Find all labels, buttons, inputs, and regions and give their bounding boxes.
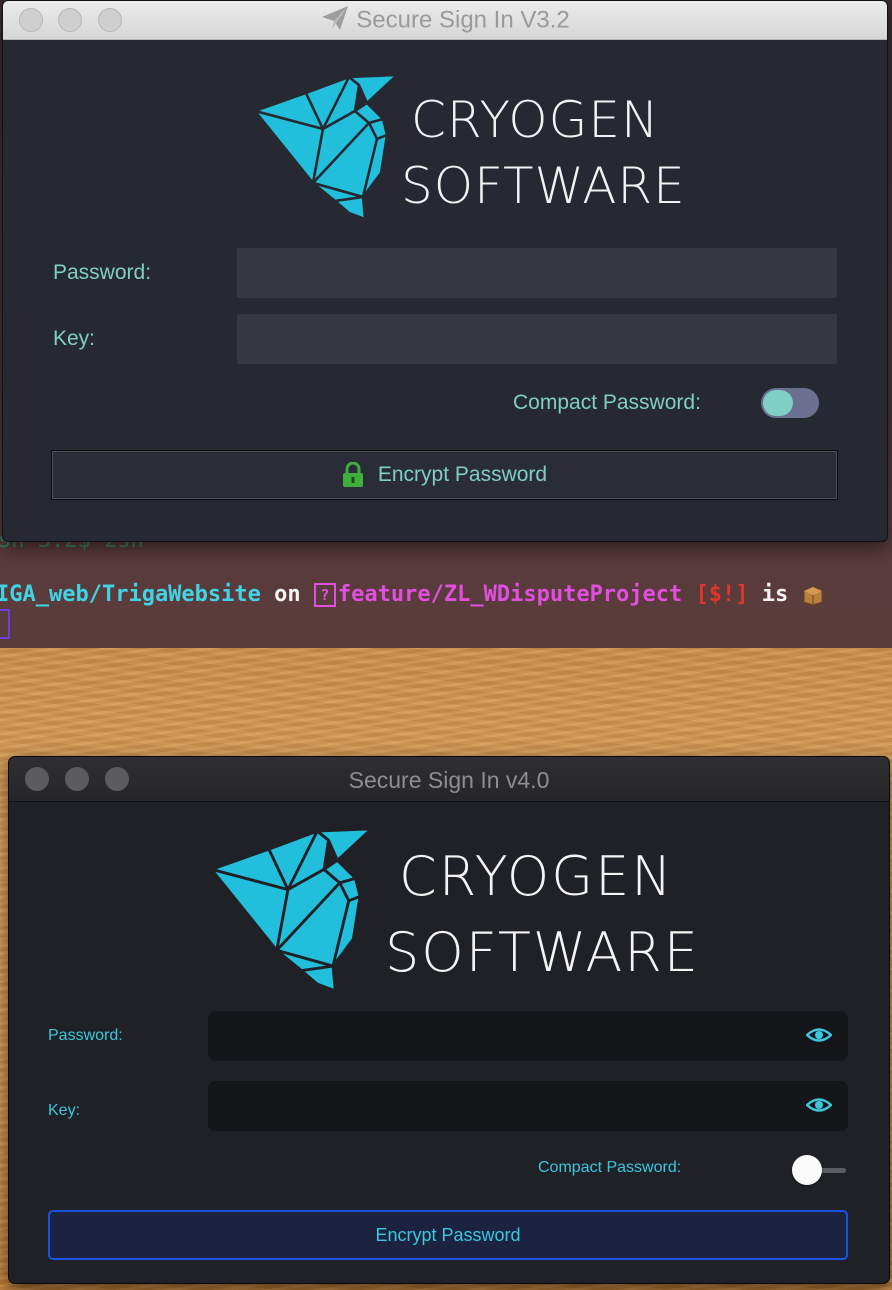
lock-icon <box>342 462 363 487</box>
password-label: Password: <box>53 261 152 284</box>
key-field[interactable] <box>208 1081 816 1131</box>
secure-sign-in-window-v3: Secure Sign In V3.2 CRYOGEN SOFTWARE Pas… <box>2 0 888 542</box>
question-box-icon: ? <box>313 583 336 607</box>
key-field[interactable] <box>237 314 837 364</box>
encrypt-password-button[interactable]: Encrypt Password <box>48 1210 848 1260</box>
terminal-status: [$!] <box>695 582 749 607</box>
terminal-path: IGA_web/TrigaWebsite <box>0 582 261 607</box>
brand-line-software: SOFTWARE <box>385 921 700 984</box>
terminal-on-word: on <box>274 582 301 607</box>
paper-plane-icon <box>322 6 349 30</box>
secure-sign-in-window-v4: Secure Sign In v4.0 CRYOGEN SOFTWARE Pas… <box>8 756 890 1284</box>
password-field-container <box>208 1011 848 1061</box>
window-title: Secure Sign In v4.0 <box>348 767 550 793</box>
window-title: Secure Sign In V3.2 <box>3 6 887 36</box>
key-field-container <box>208 1081 848 1131</box>
password-field[interactable] <box>237 248 837 298</box>
cryogen-logo <box>210 827 373 993</box>
encrypt-password-button[interactable]: Encrypt Password <box>51 450 838 500</box>
window-title-text: Secure Sign In V3.2 <box>356 6 570 34</box>
terminal-cursor <box>0 609 10 639</box>
key-label: Key: <box>53 327 96 350</box>
compact-password-toggle[interactable] <box>761 388 819 418</box>
titlebar: Secure Sign In V3.2 <box>3 1 887 40</box>
cryogen-logo <box>253 73 399 221</box>
toggle-knob <box>792 1155 822 1185</box>
brand-line-cryogen: CRYOGEN <box>399 845 674 908</box>
password-field[interactable] <box>208 1011 816 1061</box>
terminal-branch: feature/ZL_WDisputeProject <box>337 582 683 607</box>
terminal-prompt-line: IGA_web/TrigaWebsite on ? feature/ZL_WDis… <box>0 582 824 607</box>
encrypt-password-label: Encrypt Password <box>375 1224 521 1245</box>
compact-password-label: Compact Password: <box>513 391 701 414</box>
toggle-knob <box>763 390 793 416</box>
brand-line-cryogen: CRYOGEN <box>411 91 660 149</box>
compact-password-toggle[interactable] <box>792 1155 848 1185</box>
password-label: Password: <box>48 1027 123 1044</box>
eye-icon[interactable] <box>806 1096 832 1114</box>
compact-password-label: Compact Password: <box>538 1159 682 1176</box>
titlebar: Secure Sign In v4.0 <box>9 757 889 802</box>
terminal-is-word: is <box>761 582 789 607</box>
package-icon <box>803 586 823 606</box>
brand-line-software: SOFTWARE <box>401 157 686 215</box>
encrypt-password-label: Encrypt Password <box>377 463 548 486</box>
key-label: Key: <box>48 1102 81 1119</box>
eye-icon[interactable] <box>806 1026 832 1044</box>
